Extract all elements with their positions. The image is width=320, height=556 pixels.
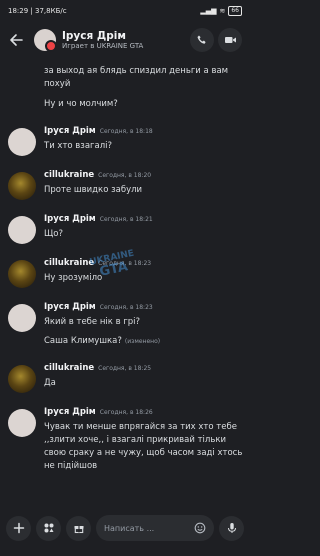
gift-button[interactable]: [66, 515, 91, 541]
header-username: Іруся Дрім: [62, 30, 126, 42]
plus-icon: [13, 522, 24, 534]
message-text-block: Який в тебе нік в грі? Саша Климушка? (из…: [44, 316, 244, 348]
gift-icon: [74, 526, 83, 534]
avatar[interactable]: [8, 216, 36, 244]
message-text: Ну зрозуміло: [44, 273, 103, 283]
message-text: за выход ая блядь спиздил деньги а вам п…: [44, 66, 229, 89]
message-composer: Написать ...: [0, 500, 250, 556]
edited-label: (изменено): [124, 338, 161, 345]
author-name[interactable]: Іруся Дрім: [44, 214, 96, 224]
author-name[interactable]: Іруся Дрім: [44, 302, 96, 312]
header-info[interactable]: Іруся Дрім Играет в UKRAINE GTA: [62, 30, 186, 50]
timestamp: Сегодня, в 18:23: [99, 304, 153, 311]
avatar[interactable]: [8, 365, 36, 393]
avatar[interactable]: [8, 172, 36, 200]
timestamp: Сегодня, в 18:18: [99, 128, 153, 135]
timestamp: Сегодня, в 18:21: [99, 216, 153, 223]
author-name[interactable]: cillukraine: [44, 363, 94, 373]
message-text: Ну и чо молчим?: [44, 99, 118, 109]
microphone-icon: [227, 523, 236, 533]
phone-icon: [197, 35, 206, 44]
header-avatar[interactable]: [34, 29, 57, 52]
message-text: Чувак ти менше впрягайся за тих хто тебе…: [44, 422, 243, 471]
voice-message-button[interactable]: [219, 515, 244, 541]
back-arrow-icon[interactable]: [8, 32, 24, 48]
timestamp: Сегодня, в 18:26: [99, 409, 153, 416]
author-name[interactable]: cillukraine: [44, 170, 94, 180]
video-camera-icon: [224, 37, 236, 43]
timestamp: Сегодня, в 18:20: [98, 172, 152, 179]
chat-header: Іруся Дрім Играет в UKRAINE GTA: [0, 22, 250, 58]
avatar[interactable]: [8, 128, 36, 156]
apps-icon: [44, 523, 53, 533]
battery-icon: 66: [228, 6, 242, 16]
network-speed: 37,8КБ/с: [35, 7, 67, 15]
header-activity: Играет в UKRAINE GTA: [62, 42, 144, 50]
message-text: Проте швидко забули: [44, 185, 143, 195]
message-input-placeholder: Написать ...: [104, 523, 155, 533]
video-call-button[interactable]: [218, 28, 242, 52]
emoji-icon[interactable]: [194, 522, 206, 534]
message-text: Ти хто взагалі?: [44, 141, 113, 151]
status-bar: 18:29 | 37,8КБ/с ▂▄▆ ≋ 66: [0, 0, 250, 22]
message-text: Що?: [44, 229, 64, 239]
status-left: 18:29 | 37,8КБ/с: [8, 7, 67, 15]
signal-icon: ▂▄▆: [200, 7, 217, 15]
add-attachment-button[interactable]: [6, 515, 31, 541]
message-text: Саша Климушка?: [44, 336, 122, 346]
dnd-status-icon: [45, 40, 57, 52]
status-right: ▂▄▆ ≋ 66: [200, 6, 242, 16]
clock: 18:29: [8, 7, 29, 15]
call-button[interactable]: [190, 28, 214, 52]
apps-button[interactable]: [36, 515, 61, 541]
message-text: Який в тебе нік в грі?: [44, 317, 141, 327]
message-input[interactable]: Написать ...: [96, 515, 214, 541]
message-text: Да: [44, 378, 56, 388]
author-name[interactable]: Іруся Дрім: [44, 407, 96, 417]
avatar[interactable]: [8, 409, 36, 437]
timestamp: Сегодня, в 18:25: [98, 365, 152, 372]
wifi-icon: ≋: [219, 7, 226, 15]
author-name[interactable]: Іруся Дрім: [44, 126, 96, 136]
author-name[interactable]: cillukraine: [44, 258, 94, 268]
avatar[interactable]: [8, 304, 36, 332]
avatar[interactable]: [8, 260, 36, 288]
